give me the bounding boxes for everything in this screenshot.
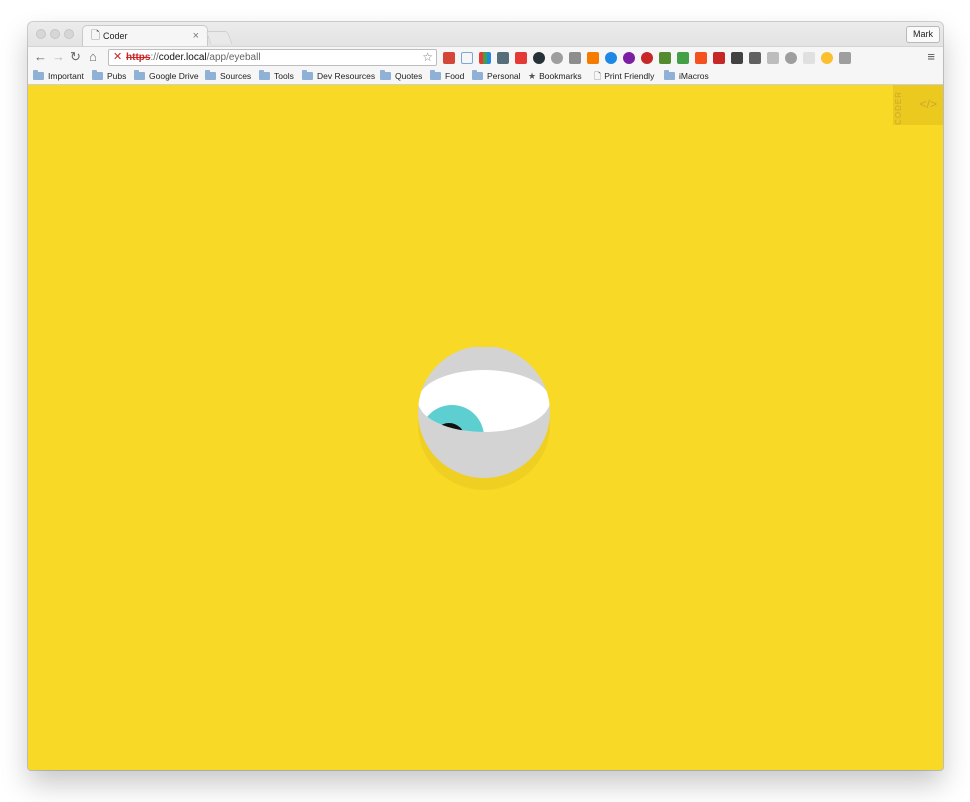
- coder-toggle[interactable]: CODER </>: [893, 85, 943, 125]
- bookmark-imacros[interactable]: iMacros: [664, 70, 709, 82]
- folder-icon: [33, 70, 44, 80]
- page-icon: 🗋: [594, 71, 602, 81]
- v-extension-icon[interactable]: [605, 52, 617, 64]
- todo-extension-icon[interactable]: [515, 52, 527, 64]
- bookmark-sources[interactable]: Sources: [205, 70, 251, 82]
- bookmark-star-icon[interactable]: ☆: [422, 50, 433, 65]
- evernote-extension-icon[interactable]: [659, 52, 671, 64]
- close-window-button[interactable]: [36, 29, 46, 39]
- plus-extension-icon[interactable]: [839, 52, 851, 64]
- tab-coder[interactable]: 🗋 Coder ×: [82, 25, 208, 46]
- code-icon[interactable]: </>: [920, 97, 937, 111]
- bookmark-google-drive[interactable]: Google Drive: [134, 70, 199, 82]
- insecure-lock-icon[interactable]: ✕: [113, 50, 122, 65]
- back-icon[interactable]: ←: [34, 50, 47, 64]
- forward-icon[interactable]: →: [52, 50, 65, 64]
- save-extension-icon[interactable]: [713, 52, 725, 64]
- folder-icon: [134, 70, 145, 80]
- page-icon: 🗋: [91, 30, 100, 42]
- bookmark-dev-resources[interactable]: Dev Resources: [302, 70, 375, 82]
- folder-icon: [302, 70, 313, 80]
- bookmarks-bar: Important Pubs Google Drive Sources Tool…: [28, 68, 943, 85]
- bookmark-bookmarks[interactable]: ★ Bookmarks: [528, 71, 582, 82]
- eyeball[interactable]: [416, 346, 556, 497]
- reload-icon[interactable]: ↻: [70, 50, 81, 64]
- folder-icon: [472, 70, 483, 80]
- print-extension-icon[interactable]: [677, 52, 689, 64]
- bookmark-tools[interactable]: Tools: [259, 70, 294, 82]
- bookmark-print-friendly[interactable]: 🗋 Print Friendly: [594, 71, 654, 82]
- menu-icon[interactable]: ≡: [927, 50, 935, 64]
- gun-extension-icon[interactable]: [587, 52, 599, 64]
- url-text: https://coder.local/app/eyeball: [126, 52, 261, 63]
- cast-extension-icon[interactable]: [749, 52, 761, 64]
- gmail-extension-icon[interactable]: [443, 52, 455, 64]
- new-tab-button[interactable]: [205, 31, 233, 44]
- minimize-window-button[interactable]: [50, 29, 60, 39]
- tab-title: Coder: [103, 31, 128, 41]
- screenshot-extension-icon[interactable]: [461, 52, 473, 64]
- folder-icon: [205, 70, 216, 80]
- stack-extension-icon[interactable]: [497, 52, 509, 64]
- zoom-window-button[interactable]: [64, 29, 74, 39]
- home-icon[interactable]: ⌂: [89, 50, 97, 64]
- bookmark-food[interactable]: Food: [430, 70, 464, 82]
- address-bar[interactable]: ✕ https://coder.local/app/eyeball ☆: [108, 49, 437, 66]
- bookmark-pubs[interactable]: Pubs: [92, 70, 126, 82]
- star-icon: ★: [528, 71, 537, 81]
- bookmark-quotes[interactable]: Quotes: [380, 70, 422, 82]
- folder-icon: [92, 70, 103, 80]
- tab-strip: 🗋 Coder × Mark: [28, 22, 943, 46]
- bookmark-personal[interactable]: Personal: [472, 70, 521, 82]
- page-viewport: CODER </>: [28, 85, 943, 770]
- raspberry-extension-icon[interactable]: [641, 52, 653, 64]
- close-tab-icon[interactable]: ×: [193, 29, 199, 43]
- folder-icon: [430, 70, 441, 80]
- folder-icon: [664, 70, 675, 80]
- folder-icon: [259, 70, 270, 80]
- face-extension-icon[interactable]: [821, 52, 833, 64]
- bookmark-important[interactable]: Important: [33, 70, 84, 82]
- window-extension-icon[interactable]: [767, 52, 779, 64]
- hand-extension-icon[interactable]: [569, 52, 581, 64]
- layers-extension-icon[interactable]: [533, 52, 545, 64]
- browser-window: 🗋 Coder × Mark ← → ↻ ⌂ ✕ https://coder.l…: [28, 22, 943, 770]
- toolbar: ← → ↻ ⌂ ✕ https://coder.local/app/eyebal…: [28, 46, 943, 68]
- eyeball-graphic: [418, 346, 550, 490]
- drive-extension-icon[interactable]: [785, 52, 797, 64]
- music-extension-icon[interactable]: [623, 52, 635, 64]
- json-extension-icon[interactable]: [803, 52, 815, 64]
- notes-extension-icon[interactable]: [695, 52, 707, 64]
- bug-extension-icon[interactable]: [551, 52, 563, 64]
- profile-button[interactable]: Mark: [906, 26, 940, 43]
- coder-label: CODER: [894, 91, 903, 125]
- colorpick-extension-icon[interactable]: [479, 52, 491, 64]
- frame-extension-icon[interactable]: [731, 52, 743, 64]
- folder-icon: [380, 70, 391, 80]
